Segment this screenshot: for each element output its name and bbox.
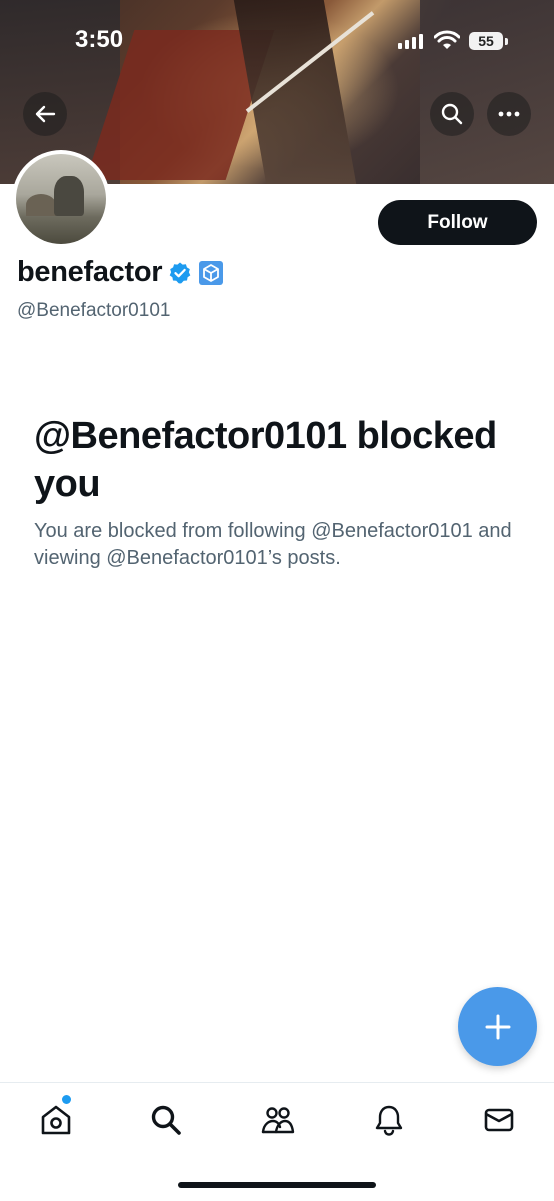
back-button[interactable] — [23, 92, 67, 136]
nav-notifications[interactable] — [369, 1100, 409, 1140]
status-bar: 3:50 55 — [0, 22, 554, 62]
more-options-button[interactable] — [487, 92, 531, 136]
avatar-image — [16, 154, 106, 244]
verified-badge-icon[interactable] — [168, 261, 192, 285]
plus-icon — [485, 1014, 510, 1039]
nav-search[interactable] — [146, 1100, 186, 1140]
arrow-left-icon — [35, 105, 56, 123]
battery-level: 55 — [469, 32, 503, 50]
profile-name-row: benefactor — [17, 256, 224, 289]
compose-post-button[interactable] — [458, 987, 537, 1066]
status-time: 3:50 — [75, 26, 124, 53]
wifi-icon — [434, 30, 460, 49]
display-name: benefactor — [17, 256, 163, 288]
blocked-message: You are blocked from following @Benefact… — [34, 520, 512, 569]
profile-handle: @Benefactor0101 — [17, 300, 171, 321]
follow-button[interactable]: Follow — [378, 200, 537, 245]
avatar-art-horse — [26, 194, 56, 216]
search-icon — [441, 103, 463, 125]
blocked-title: @Benefactor0101 blocked you — [34, 415, 497, 505]
nav-home[interactable] — [36, 1100, 76, 1140]
nav-communities[interactable] — [258, 1100, 298, 1140]
notifications-bell-icon — [375, 1105, 403, 1136]
avatar[interactable] — [12, 150, 110, 248]
nav-messages[interactable] — [479, 1100, 519, 1140]
communities-icon — [261, 1107, 295, 1134]
affiliate-badge-icon[interactable] — [198, 260, 224, 286]
home-indicator[interactable] — [178, 1182, 376, 1188]
battery-icon — [505, 38, 508, 45]
cellular-signal-icon — [398, 34, 423, 49]
home-notification-dot — [62, 1095, 71, 1104]
more-dots-icon — [498, 111, 520, 117]
search-button[interactable] — [430, 92, 474, 136]
messages-envelope-icon — [484, 1108, 514, 1132]
avatar-art-rider — [54, 176, 84, 216]
home-icon — [41, 1105, 71, 1135]
search-icon — [151, 1105, 181, 1135]
